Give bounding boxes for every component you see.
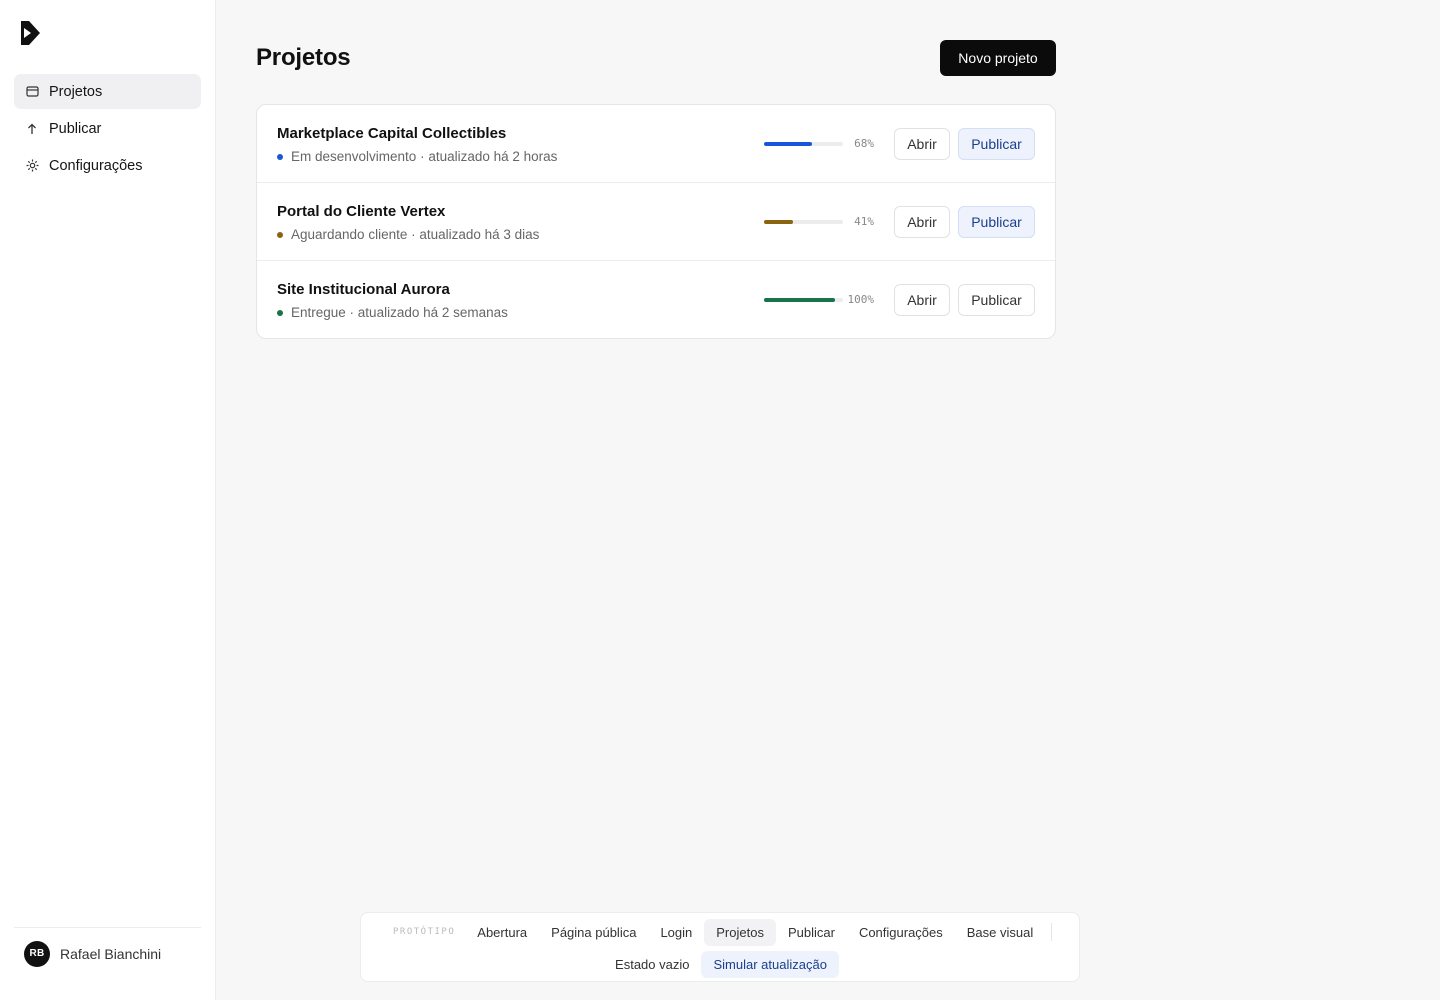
- sidebar: Projetos Publicar Configurações RB Rafae…: [0, 0, 216, 1000]
- new-project-button[interactable]: Novo projeto: [940, 40, 1056, 76]
- project-row: Marketplace Capital Collectibles Em dese…: [257, 105, 1055, 183]
- divider: [1051, 923, 1053, 941]
- sidebar-item-label: Configurações: [49, 157, 143, 174]
- proto-link-configuracoes[interactable]: Configurações: [847, 919, 955, 946]
- proto-link-estado-vazio[interactable]: Estado vazio: [603, 951, 701, 978]
- project-updated: atualizado há 2 horas: [428, 149, 558, 164]
- prototype-bar-row: Estado vazio Simular atualização: [361, 950, 1081, 978]
- project-name: Site Institucional Aurora: [277, 281, 450, 298]
- progress-fill: [764, 220, 794, 224]
- progress-percent: 100%: [847, 293, 875, 306]
- meta-separator: ·: [416, 149, 429, 164]
- prototype-tag: PROTÓTIPO: [393, 927, 456, 937]
- project-row: Site Institucional Aurora Entregue · atu…: [257, 261, 1055, 338]
- project-meta: Em desenvolvimento · atualizado há 2 hor…: [277, 149, 557, 164]
- proto-link-abertura[interactable]: Abertura: [465, 919, 539, 946]
- prototype-bar: PROTÓTIPO Abertura Página pública Login …: [360, 912, 1080, 982]
- project-updated: atualizado há 3 dias: [419, 227, 540, 242]
- publish-button[interactable]: Publicar: [958, 206, 1035, 238]
- status-dot: [277, 309, 283, 316]
- proto-link-base-visual[interactable]: Base visual: [955, 919, 1045, 946]
- project-meta: Aguardando cliente · atualizado há 3 dia…: [277, 227, 539, 242]
- meta-separator: ·: [407, 227, 420, 242]
- proto-link-login[interactable]: Login: [648, 919, 704, 946]
- publish-button[interactable]: Publicar: [958, 284, 1035, 316]
- project-list: Marketplace Capital Collectibles Em dese…: [256, 104, 1056, 339]
- publish-button[interactable]: Publicar: [958, 128, 1035, 160]
- folder-icon: [25, 85, 39, 99]
- proto-link-pagina-publica[interactable]: Página pública: [539, 919, 648, 946]
- user-name: Rafael Bianchini: [60, 945, 162, 962]
- project-status: Aguardando cliente: [291, 227, 408, 242]
- project-meta: Entregue · atualizado há 2 semanas: [277, 305, 508, 320]
- brand-logo-icon[interactable]: [21, 21, 40, 45]
- progress-bar: [764, 298, 843, 302]
- progress-bar: [764, 220, 843, 224]
- proto-link-publicar[interactable]: Publicar: [776, 919, 847, 946]
- open-button[interactable]: Abrir: [894, 284, 950, 316]
- progress-fill: [764, 298, 836, 302]
- proto-link-projetos[interactable]: Projetos: [704, 918, 776, 946]
- simulate-update-button[interactable]: Simular atualização: [701, 950, 839, 978]
- open-button[interactable]: Abrir: [894, 128, 950, 160]
- page-title: Projetos: [256, 44, 351, 71]
- sidebar-nav: Projetos Publicar Configurações: [14, 74, 201, 185]
- sidebar-item-publicar[interactable]: Publicar: [14, 111, 201, 146]
- sidebar-item-label: Projetos: [49, 83, 103, 100]
- arrow-up-icon: [25, 122, 39, 136]
- gear-icon: [25, 159, 39, 173]
- progress-percent: 68%: [854, 137, 874, 150]
- avatar: RB: [24, 940, 50, 967]
- user-profile[interactable]: RB Rafael Bianchini: [14, 927, 201, 979]
- project-name: Marketplace Capital Collectibles: [277, 125, 507, 142]
- progress-bar: [764, 142, 843, 146]
- project-status: Em desenvolvimento: [291, 149, 417, 164]
- sidebar-item-label: Publicar: [49, 120, 102, 137]
- project-name: Portal do Cliente Vertex: [277, 203, 446, 220]
- meta-separator: ·: [345, 305, 358, 320]
- status-dot: [277, 231, 283, 238]
- status-dot: [277, 153, 283, 160]
- project-row: Portal do Cliente Vertex Aguardando clie…: [257, 183, 1055, 261]
- project-updated: atualizado há 2 semanas: [357, 305, 508, 320]
- open-button[interactable]: Abrir: [894, 206, 950, 238]
- progress-percent: 41%: [854, 215, 874, 228]
- sidebar-item-configuracoes[interactable]: Configurações: [14, 148, 201, 183]
- progress-fill: [764, 142, 813, 146]
- prototype-bar-row: PROTÓTIPO Abertura Página pública Login …: [361, 918, 1081, 946]
- project-status: Entregue: [291, 305, 346, 320]
- sidebar-item-projetos[interactable]: Projetos: [14, 74, 201, 109]
